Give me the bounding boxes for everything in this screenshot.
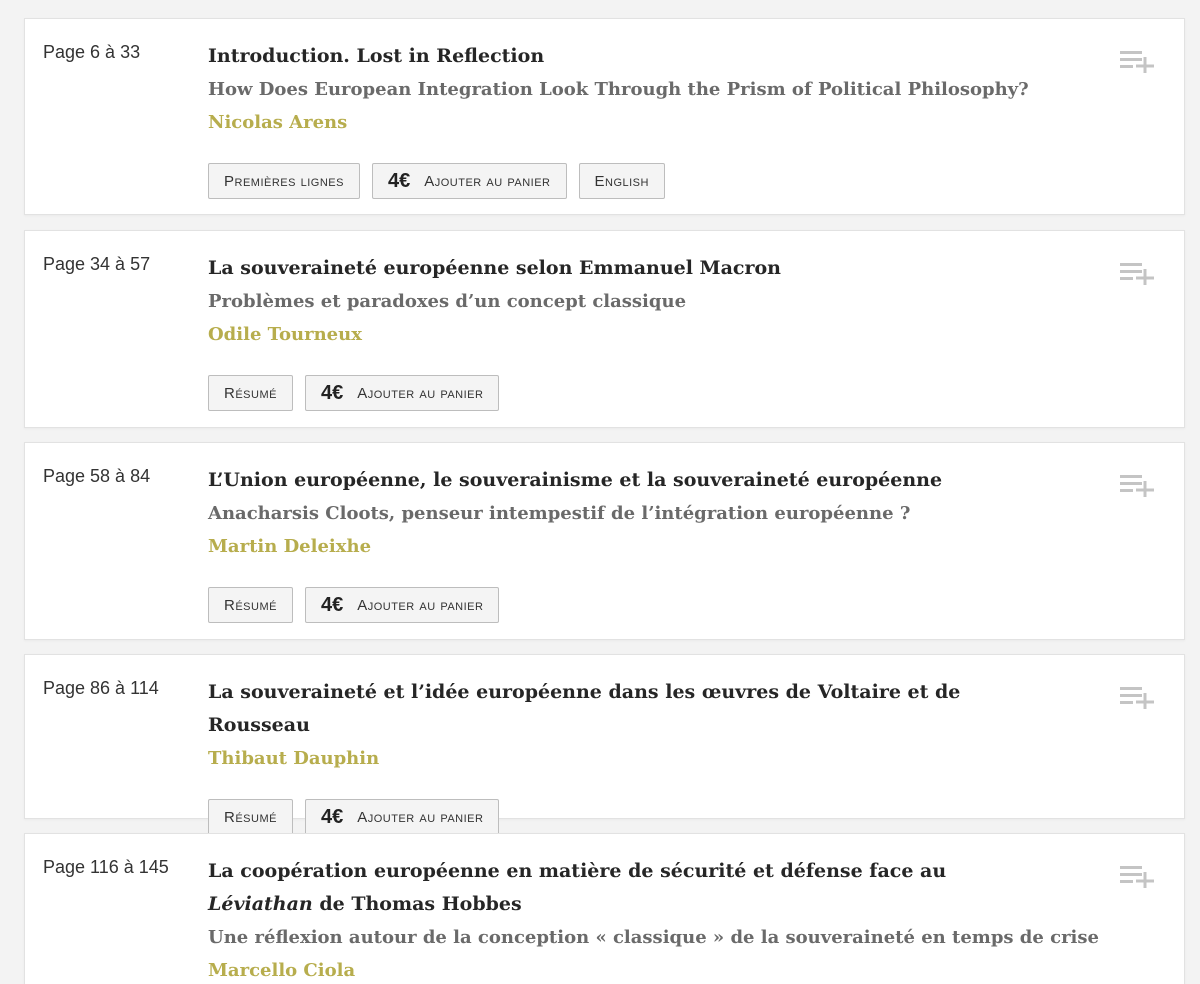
add-to-cart-label: Ajouter au panier [357,384,484,402]
add-to-cart-label: Ajouter au panier [357,808,484,826]
chapter-author-link[interactable]: Nicolas Arens [208,106,1034,139]
chapter-title[interactable]: L’Union européenne, le souverainisme et … [208,464,1034,497]
add-to-list-icon[interactable] [1120,473,1156,497]
add-to-list-icon[interactable] [1120,49,1156,73]
add-to-cart-label: Ajouter au panier [357,596,484,614]
chapter-title-text: La coopération européenne en matière de … [208,860,947,882]
chapter-content: La souveraineté européenne selon Emmanue… [208,252,1034,411]
price-label: 4€ [320,805,344,828]
chapter-pages: Page 6 à 33 [43,42,141,62]
abstract-label: Résumé [224,808,277,826]
price-label: 4€ [320,381,344,404]
add-to-cart-button[interactable]: 4€ Ajouter au panier [304,587,500,623]
chapter-card: Page 86 à 114 La souveraineté et l’idée … [24,654,1185,835]
abstract-label: Résumé [224,596,277,614]
table-of-contents: Page 6 à 33 Introduction. Lost in Reflec… [0,0,1200,984]
chapter-content: La coopération européenne en matière de … [208,855,1099,984]
chapter-subtitle: Problèmes et paradoxes d’un concept clas… [208,291,687,312]
chapter-actions: Résumé 4€ Ajouter au panier [208,799,1034,835]
chapter-author-link[interactable]: Thibaut Dauphin [208,742,1034,775]
add-to-list-icon[interactable] [1120,864,1156,888]
chapter-title[interactable]: La souveraineté et l’idée européenne dan… [208,676,1034,742]
abstract-label: Résumé [224,384,277,402]
abstract-button[interactable]: Résumé [208,799,293,835]
add-to-cart-button[interactable]: 4€ Ajouter au panier [304,375,500,411]
chapter-title[interactable]: Introduction. Lost in Reflection [208,40,1034,73]
chapter-actions: Résumé 4€ Ajouter au panier [208,375,1034,411]
chapter-title[interactable]: La coopération européenne en matière de … [208,855,1034,921]
chapter-subtitle: Anacharsis Cloots, penseur intempestif d… [208,503,911,524]
chapter-pages: Page 58 à 84 [43,466,151,486]
english-version-button[interactable]: English [578,163,665,199]
add-to-cart-button[interactable]: 4€ Ajouter au panier [371,163,567,199]
add-to-cart-button[interactable]: 4€ Ajouter au panier [304,799,500,835]
first-lines-label: Premières lignes [224,172,344,190]
chapter-subtitle: How Does European Integration Look Throu… [208,79,1029,100]
english-label: English [594,172,649,190]
abstract-button[interactable]: Résumé [208,375,293,411]
chapter-content: Introduction. Lost in Reflection How Doe… [208,40,1034,199]
chapter-author-link[interactable]: Martin Deleixhe [208,530,1034,563]
chapter-card: Page 34 à 57 La souveraineté européenne … [24,230,1185,428]
chapter-subtitle: Une réflexion autour de la conception « … [208,927,1099,948]
price-label: 4€ [320,593,344,616]
chapter-actions: Résumé 4€ Ajouter au panier [208,587,1034,623]
chapter-actions: Premières lignes 4€ Ajouter au panier Eng… [208,163,1034,199]
first-lines-button[interactable]: Premières lignes [208,163,360,199]
chapter-content: L’Union européenne, le souverainisme et … [208,464,1034,623]
chapter-author-link[interactable]: Odile Tourneux [208,318,1034,351]
chapter-card: Page 6 à 33 Introduction. Lost in Reflec… [24,18,1185,215]
abstract-button[interactable]: Résumé [208,587,293,623]
chapter-pages: Page 116 à 145 [43,857,169,877]
chapter-card: Page 58 à 84 L’Union européenne, le souv… [24,442,1185,640]
chapter-pages: Page 34 à 57 [43,254,151,274]
add-to-list-icon[interactable] [1120,261,1156,285]
chapter-content: La souveraineté et l’idée européenne dan… [208,676,1034,835]
chapter-author-link[interactable]: Marcello Ciola [208,954,1034,984]
add-to-list-icon[interactable] [1120,685,1156,709]
chapter-card: Page 116 à 145 La coopération européenne… [24,833,1185,984]
price-label: 4€ [387,169,411,192]
chapter-title-text-end: de Thomas Hobbes [312,893,522,915]
chapter-title-italic: Léviathan [208,893,313,915]
chapter-pages: Page 86 à 114 [43,678,159,698]
chapter-title[interactable]: La souveraineté européenne selon Emmanue… [208,252,1034,285]
add-to-cart-label: Ajouter au panier [424,172,551,190]
